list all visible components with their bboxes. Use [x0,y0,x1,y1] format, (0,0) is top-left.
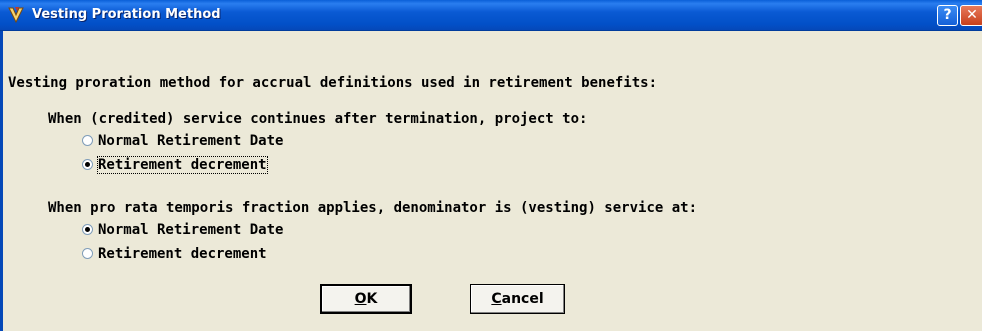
radio-selected-dot [85,227,90,232]
cancel-label-rest: ancel [501,291,544,307]
window-title: Vesting Proration Method [32,7,221,22]
radio-selected-dot [85,162,90,167]
cancel-mnemonic: C [491,291,502,307]
radio-button[interactable] [82,224,93,235]
radio-button[interactable] [82,159,93,170]
radio-label: Retirement decrement [97,156,268,174]
radio-button[interactable] [82,135,93,146]
cancel-button[interactable]: Cancel [470,284,565,314]
close-icon: ✕ [966,7,978,23]
dialog-heading: Vesting proration method for accrual def… [8,75,658,91]
title-bar[interactable]: Vesting Proration Method ? ✕ [0,0,982,31]
group1-label: When (credited) service continues after … [48,111,588,127]
ok-label-rest: K [366,291,378,307]
radio-label: Normal Retirement Date [98,222,284,238]
help-button[interactable]: ? [937,5,958,26]
app-logo-icon [8,7,24,24]
radio-label: Normal Retirement Date [98,133,284,149]
ok-mnemonic: O [354,291,367,307]
radio-button[interactable] [82,248,93,259]
radio-label: Retirement decrement [98,246,267,262]
ok-button[interactable]: OK [320,284,412,314]
close-button[interactable]: ✕ [960,5,982,26]
group2-label: When pro rata temporis fraction applies,… [48,200,698,216]
help-icon: ? [943,7,952,23]
